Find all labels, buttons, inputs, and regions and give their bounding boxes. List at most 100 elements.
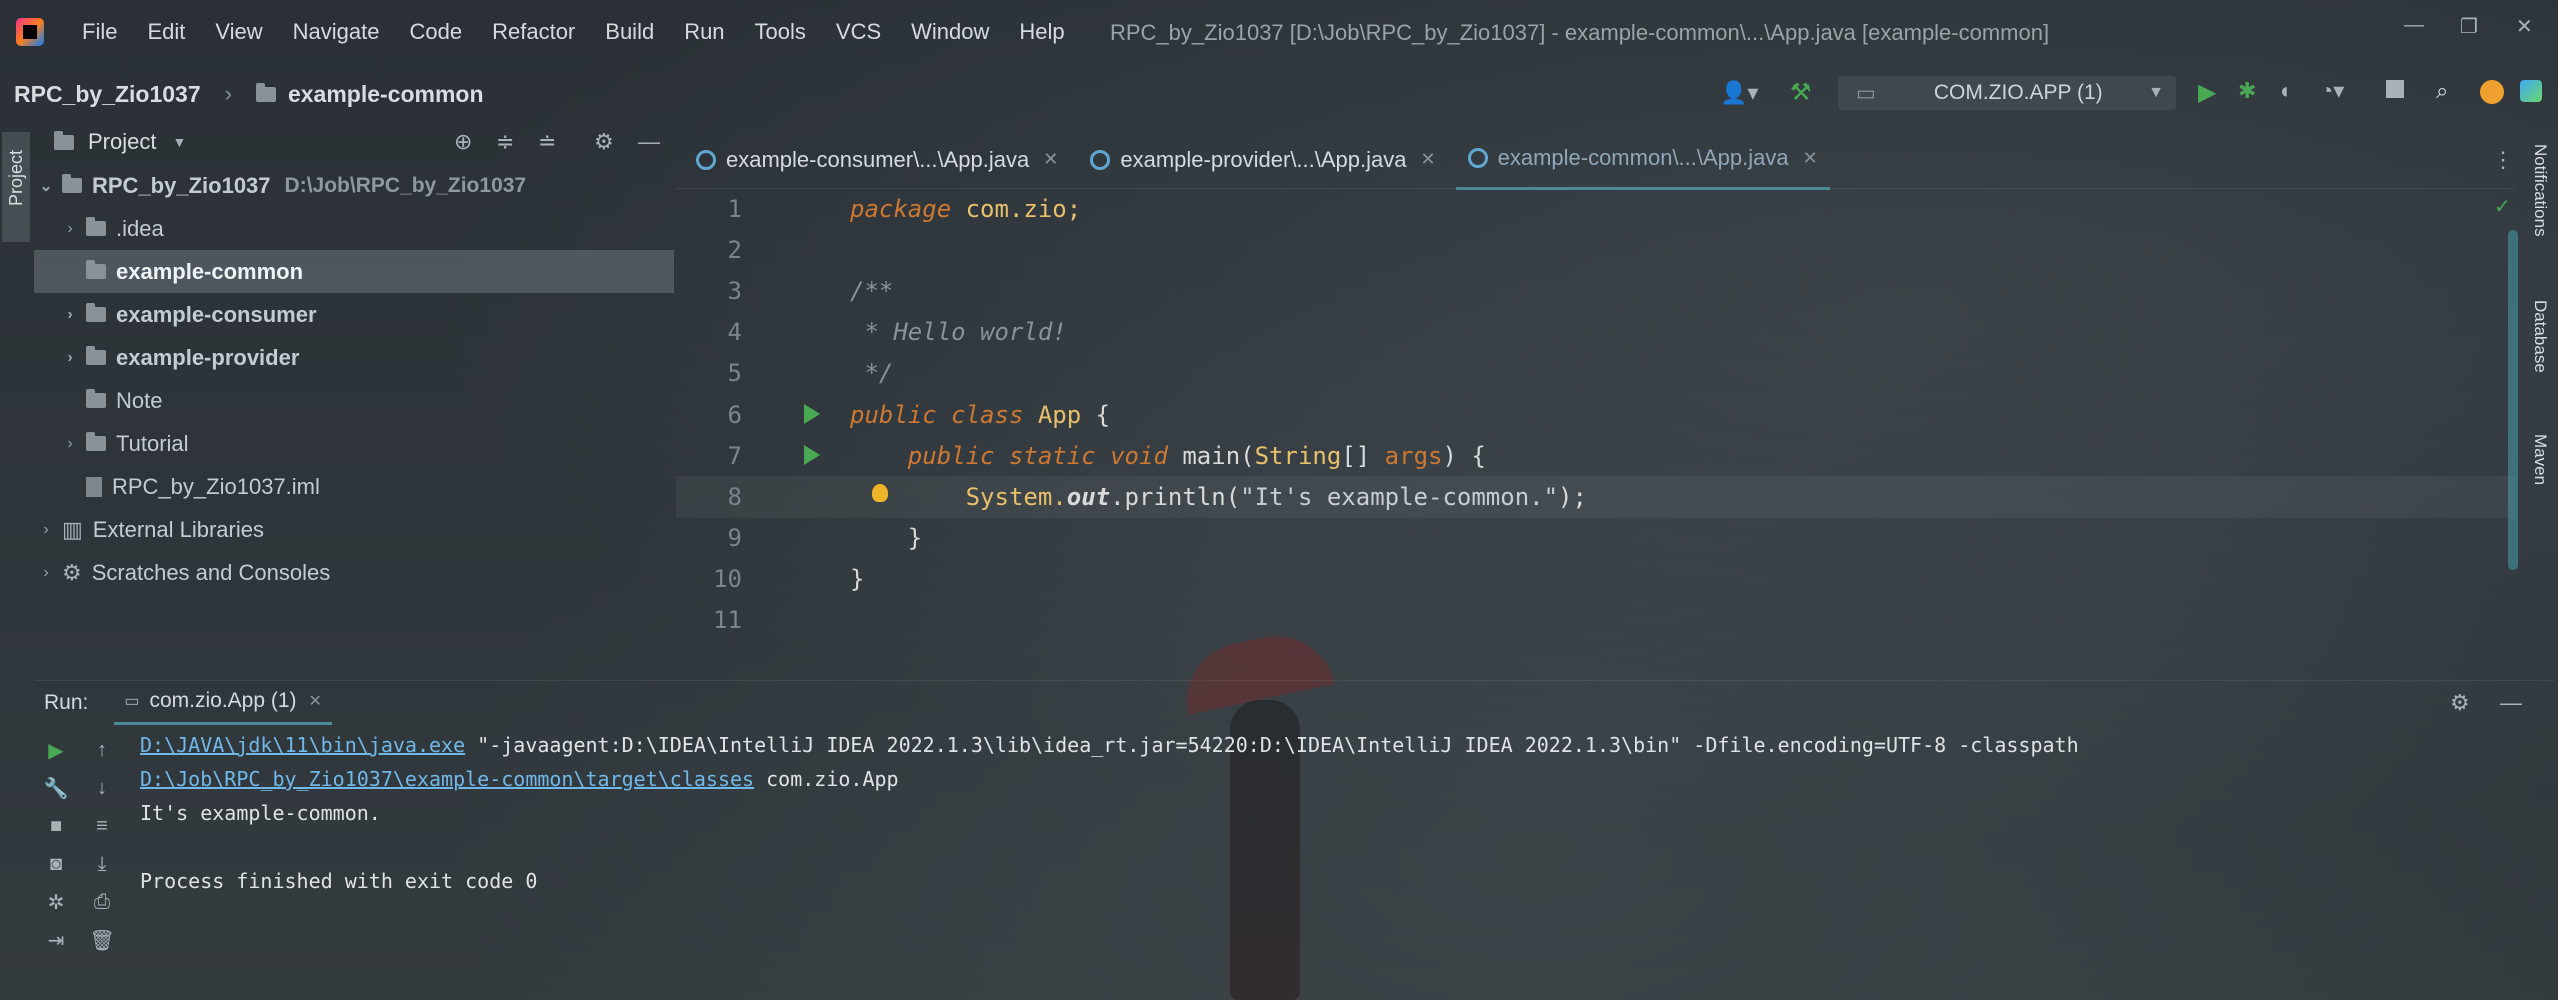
wrench-icon[interactable]: 🔧 — [44, 776, 69, 800]
tree-item-tutorial[interactable]: › Tutorial — [34, 422, 674, 465]
tree-item-external-libraries[interactable]: › ▥ External Libraries — [34, 508, 674, 551]
trash-icon[interactable]: 🗑 — [89, 928, 114, 952]
menu-view[interactable]: View — [215, 19, 262, 45]
classpath-link[interactable]: D:\Job\RPC_by_Zio1037\example-common\tar… — [140, 767, 754, 791]
run-tool-window-header: Run: ▭ com.zio.App (1) ✕ ⚙ — — [34, 680, 2554, 725]
arrow-up-icon[interactable]: ↑ — [90, 738, 114, 762]
build-hammer-icon[interactable]: ⚒ — [1790, 78, 1812, 107]
tab-label: example-common\...\App.java — [1497, 145, 1789, 170]
close-window-icon[interactable]: ✕ — [2516, 14, 2533, 39]
run-side-toolbar: ▶ 🔧 ■ ◙ ✲ ⇥ — [34, 728, 78, 1000]
tree-item-label: Note — [116, 387, 163, 413]
locate-icon[interactable]: ⊕ — [454, 129, 472, 155]
code-line: 2 — [676, 229, 2516, 270]
hide-icon[interactable]: — — [2500, 690, 2522, 716]
project-panel-header: Project ▼ ⊕ ≑ ≐ ⚙ — — [34, 122, 674, 162]
settings-icon[interactable]: ✲ — [44, 890, 68, 914]
menu-edit[interactable]: Edit — [147, 19, 185, 45]
tab-example-common-app[interactable]: example-common\...\App.java ✕ — [1455, 129, 1830, 190]
close-icon[interactable]: ✕ — [1803, 148, 1818, 169]
menu-window[interactable]: Window — [911, 19, 989, 45]
tree-item-scratches[interactable]: › ⚙ Scratches and Consoles — [34, 551, 674, 594]
close-icon[interactable]: ✕ — [1043, 149, 1058, 170]
tree-item-path: D:\Job\RPC_by_Zio1037 — [284, 173, 527, 197]
menu-tools[interactable]: Tools — [755, 19, 806, 45]
intention-bulb-icon[interactable] — [872, 484, 888, 503]
gear-icon[interactable]: ⚙ — [2450, 690, 2470, 716]
print-icon[interactable]: ⎙ — [90, 890, 114, 914]
collapse-all-icon[interactable]: ≐ — [538, 129, 556, 155]
menu-build[interactable]: Build — [605, 19, 654, 45]
project-panel-title[interactable]: Project — [88, 129, 156, 155]
tree-item-iml-file[interactable]: RPC_by_Zio1037.iml — [34, 465, 674, 508]
breadcrumb-project[interactable]: RPC_by_Zio1037 — [14, 81, 201, 108]
user-icon[interactable]: 👤▾ — [1720, 80, 1758, 106]
menu-help[interactable]: Help — [1019, 19, 1064, 45]
hide-icon[interactable]: — — [638, 129, 660, 155]
line-number: 2 — [727, 235, 742, 264]
toolbox-icon[interactable] — [2520, 80, 2542, 102]
run-tab[interactable]: ▭ com.zio.App (1) ✕ — [114, 681, 332, 725]
rerun-icon[interactable]: ▶ — [44, 738, 68, 762]
tab-label: example-provider\...\App.java — [1120, 146, 1407, 172]
tab-example-provider-app[interactable]: example-provider\...\App.java ✕ — [1078, 131, 1447, 189]
coverage-icon[interactable]: ◐ — [2280, 78, 2293, 104]
tree-item-project-root[interactable]: ⌄ RPC_by_Zio1037 D:\Job\RPC_by_Zio1037 — [34, 164, 674, 207]
close-icon[interactable]: ✕ — [1421, 149, 1436, 170]
menu-file[interactable]: File — [82, 19, 117, 45]
tree-item-example-common[interactable]: example-common — [34, 250, 674, 293]
editor-scrollbar[interactable] — [2508, 230, 2518, 570]
tab-label: example-consumer\...\App.java — [726, 146, 1030, 172]
line-number: 8 — [727, 482, 742, 511]
project-stripe-label: Project — [6, 149, 26, 206]
menu-refactor[interactable]: Refactor — [492, 19, 575, 45]
tree-item-note[interactable]: Note — [34, 379, 674, 422]
run-icon[interactable]: ▶ — [2198, 78, 2216, 107]
tree-item-idea[interactable]: › .idea — [34, 207, 674, 250]
gear-icon[interactable]: ⚙ — [594, 129, 614, 155]
java-exe-link[interactable]: D:\JAVA\jdk\11\bin\java.exe — [140, 733, 465, 757]
run-console[interactable]: D:\JAVA\jdk\11\bin\java.exe "-javaagent:… — [140, 728, 2440, 998]
tree-item-example-provider[interactable]: › example-provider — [34, 336, 674, 379]
camera-icon[interactable]: ◙ — [44, 852, 68, 876]
run-configuration-dropdown[interactable]: ▭ COM.ZIO.APP (1) ▼ — [1838, 76, 2176, 110]
notifications-stripe-button[interactable]: Notifications — [2530, 144, 2550, 237]
left-tool-stripe: Project — [0, 122, 34, 682]
run-gutter-icon[interactable] — [804, 403, 820, 424]
line-number: 4 — [727, 318, 742, 347]
tree-item-example-consumer[interactable]: › example-consumer — [34, 293, 674, 336]
restore-icon[interactable]: ❐ — [2460, 14, 2478, 39]
search-icon[interactable]: ⌕ — [2436, 78, 2448, 104]
tab-example-consumer-app[interactable]: example-consumer\...\App.java ✕ — [684, 131, 1070, 189]
exit-icon[interactable]: ⇥ — [44, 928, 68, 952]
update-icon[interactable] — [2480, 80, 2504, 104]
soft-wrap-icon[interactable]: ≡ — [90, 814, 114, 838]
minimize-icon[interactable]: — — [2404, 14, 2424, 37]
menu-vcs[interactable]: VCS — [836, 19, 881, 45]
database-stripe-button[interactable]: Database — [2530, 300, 2550, 373]
menu-run[interactable]: Run — [684, 19, 724, 45]
debug-icon[interactable]: ✱ — [2238, 78, 2256, 104]
project-stripe-button[interactable]: Project — [2, 132, 30, 242]
chevron-down-icon[interactable]: ▼ — [172, 134, 186, 150]
menu-code[interactable]: Code — [410, 19, 463, 45]
maven-stripe-button[interactable]: Maven — [2530, 434, 2550, 485]
stop-icon[interactable]: ■ — [44, 814, 68, 838]
arrow-down-icon[interactable]: ↓ — [90, 776, 114, 800]
console-line: D:\Job\RPC_by_Zio1037\example-common\tar… — [140, 767, 899, 791]
code-editor[interactable]: 1 package com.zio; 2 3 /** 4 * Hello wor… — [676, 188, 2516, 668]
chevron-right-icon: › — [67, 219, 73, 237]
tree-item-label: RPC_by_Zio1037.iml — [112, 473, 320, 499]
stop-icon[interactable] — [2386, 80, 2404, 98]
profile-icon[interactable]: ◔▾ — [2320, 78, 2344, 104]
more-tabs-icon[interactable]: ⋮ — [2492, 147, 2514, 173]
chevron-right-icon: › — [43, 520, 49, 538]
expand-all-icon[interactable]: ≑ — [496, 129, 514, 155]
menu-navigate[interactable]: Navigate — [293, 19, 380, 45]
run-tab-label: com.zio.App (1) — [149, 689, 297, 712]
run-gutter-icon[interactable] — [804, 445, 820, 466]
close-icon[interactable]: ✕ — [309, 691, 322, 711]
editor-tab-bar: example-consumer\...\App.java ✕ example-… — [676, 129, 2516, 190]
breadcrumb-module[interactable]: example-common — [288, 81, 484, 108]
scroll-to-end-icon[interactable]: ⤓ — [90, 852, 114, 876]
